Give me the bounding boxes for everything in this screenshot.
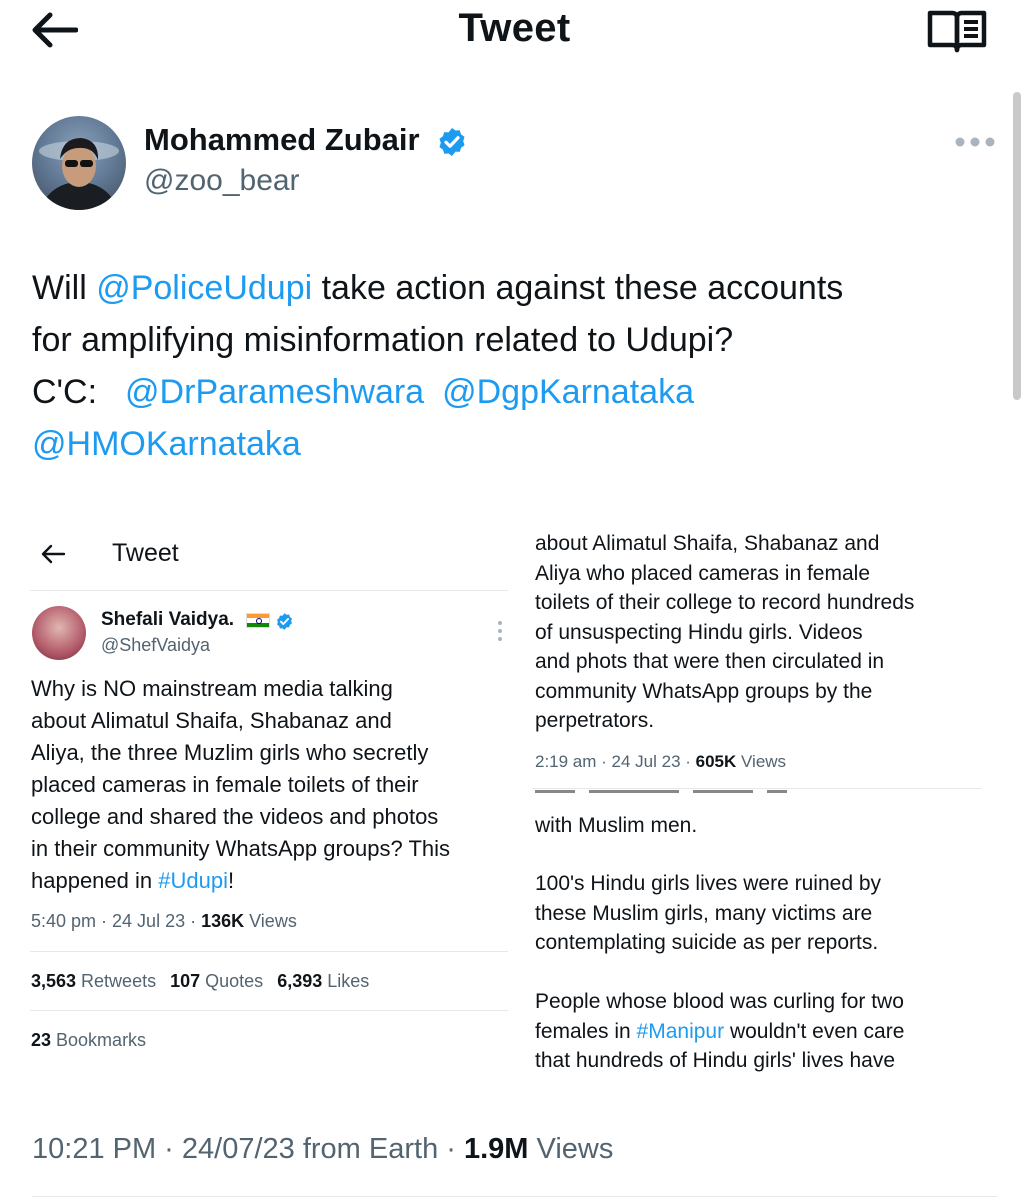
book-reader-icon [927, 10, 987, 53]
mention-link[interactable]: @HMOKarnataka [32, 418, 992, 470]
text-line: perpetrators. [535, 709, 655, 732]
author-handle[interactable]: @zoo_bear [144, 164, 300, 198]
text-line: these Muslim girls, many victims are [535, 901, 873, 925]
text-line: of unsuspecting Hindu girls. Videos [535, 620, 863, 644]
cropped-text-fragment [535, 787, 835, 795]
verified-badge-icon [439, 128, 465, 156]
verified-badge-icon [277, 613, 292, 630]
mention-link[interactable]: @PoliceUdupi [96, 269, 312, 307]
avatar-photo [39, 138, 119, 210]
hashtag: #Manipur [636, 1019, 725, 1043]
text-line: contemplating suicide as per reports. [535, 931, 879, 954]
quoted-tweet-meta: 2:19 am · 24 Jul 23 · 605K Views [535, 752, 786, 772]
text-line: about Alimatul Shaifa, Shabanaz and [535, 532, 880, 555]
text-line: happened in #Udupi! [31, 865, 521, 897]
bookmarks-label: Bookmarks [51, 1030, 147, 1050]
tweet-line: for amplifying misinformation related to… [32, 321, 734, 359]
tweet-line: Will @PoliceUdupi take action against th… [32, 262, 992, 314]
bookmarks-count: 23 [31, 1030, 52, 1050]
embedded-author-name: Shefali Vaidya. [101, 609, 235, 630]
divider [30, 1010, 508, 1011]
arrow-left-icon [41, 544, 66, 564]
hashtag: #Udupi [158, 868, 228, 893]
views-label: Views [736, 752, 787, 771]
scrollbar[interactable] [1013, 92, 1021, 400]
timestamp: 10:21 PM · 24/07/23 from Earth · [32, 1133, 464, 1165]
text-line: 100's Hindu girls lives were ruined by [535, 872, 882, 895]
text-line: People whose blood was curling for two [535, 990, 904, 1013]
views-count[interactable]: 1.9M [464, 1133, 528, 1165]
text-segment: happened in [31, 868, 159, 893]
mention-link[interactable]: @DrParameshwara [125, 373, 424, 411]
divider [30, 590, 508, 591]
retweets-label: Retweets [76, 971, 157, 991]
embedded-author-handle: @ShefVaidya [101, 635, 211, 655]
quoted-tweet-text: about Alimatul Shaifa, Shabanaz and Aliy… [535, 529, 1005, 736]
india-flag-icon [246, 613, 270, 628]
text-line: placed cameras in female toilets of thei… [31, 772, 419, 797]
avatar[interactable] [32, 116, 126, 210]
text-segment: Will [32, 269, 97, 307]
text-line: Aliya, the three Muzlim girls who secret… [31, 740, 429, 765]
text-line: with Muslim men. [535, 814, 698, 837]
tweet-meta: 10:21 PM · 24/07/23 from Earth · 1.9M Vi… [32, 1133, 613, 1166]
more-vertical-icon [498, 621, 502, 641]
text-line: that hundreds of Hindu girls' lives have [535, 1049, 896, 1072]
views-label: Views [244, 911, 297, 931]
more-options-button[interactable] [954, 130, 996, 154]
more-horizontal-icon [955, 137, 995, 147]
text-segment: wouldn't even care [724, 1019, 905, 1043]
text-line: Why is NO mainstream media talking [31, 676, 393, 701]
text-segment: females in [535, 1019, 637, 1043]
tweet-line: C'C: @DrParameshwara @DgpKarnataka [32, 366, 992, 418]
embedded-bookmarks: 23 Bookmarks [31, 1030, 146, 1051]
text-paragraph: 100's Hindu girls lives were ruined by t… [535, 869, 1005, 958]
page-title: Tweet [458, 6, 571, 50]
text-line: Aliya who placed cameras in female [535, 561, 870, 585]
divider [30, 951, 508, 952]
text-line: toilets of their college to record hundr… [535, 591, 915, 614]
tweet-text: Will @PoliceUdupi take action against th… [32, 262, 992, 470]
embedded-tweet-meta: 5:40 pm · 24 Jul 23 · 136K Views [31, 911, 297, 932]
embedded-engagement-stats: 3,563 Retweets 107 Quotes 6,393 Likes [31, 971, 369, 992]
text-segment: take action against these accounts [312, 269, 844, 307]
retweets-count: 3,563 [31, 971, 77, 991]
text-line: and phots that were then circulated in [535, 650, 885, 673]
text-segment: C'C: [32, 373, 98, 411]
views-count: 136K [201, 911, 245, 931]
text-line: college and shared the videos and photos [31, 804, 439, 829]
views-label[interactable]: Views [528, 1133, 614, 1165]
text-line: in their community WhatsApp groups? This [31, 836, 450, 861]
text-line: community WhatsApp groups by the [535, 679, 873, 703]
views-count: 605K [695, 752, 737, 771]
quotes-count: 107 [170, 971, 201, 991]
divider [32, 1196, 997, 1197]
text-line: about Alimatul Shaifa, Shabanaz and [31, 708, 392, 733]
likes-label: Likes [322, 971, 370, 991]
mention-link[interactable]: @DgpKarnataka [442, 373, 694, 411]
embedded-avatar [32, 606, 86, 660]
author-name[interactable]: Mohammed Zubair [144, 122, 420, 158]
timestamp: 5:40 pm · 24 Jul 23 · [31, 911, 202, 931]
quotes-label: Quotes [200, 971, 264, 991]
text-line: females in #Manipur wouldn't even care [535, 1017, 1005, 1047]
text-paragraph: People whose blood was curling for two f… [535, 987, 1005, 1072]
text-segment: ! [227, 868, 235, 893]
embedded-page-title: Tweet [112, 539, 179, 567]
attached-screenshot[interactable]: Tweet Shefali Vaidya. @ShefVaidya Why is… [0, 505, 1029, 1095]
top-bar: Tweet [0, 0, 1029, 62]
timestamp: 2:19 am · 24 Jul 23 · [535, 752, 696, 771]
embedded-tweet-text: Why is NO mainstream media talking about… [31, 673, 521, 897]
likes-count: 6,393 [277, 971, 323, 991]
reader-mode-button[interactable] [926, 8, 988, 54]
